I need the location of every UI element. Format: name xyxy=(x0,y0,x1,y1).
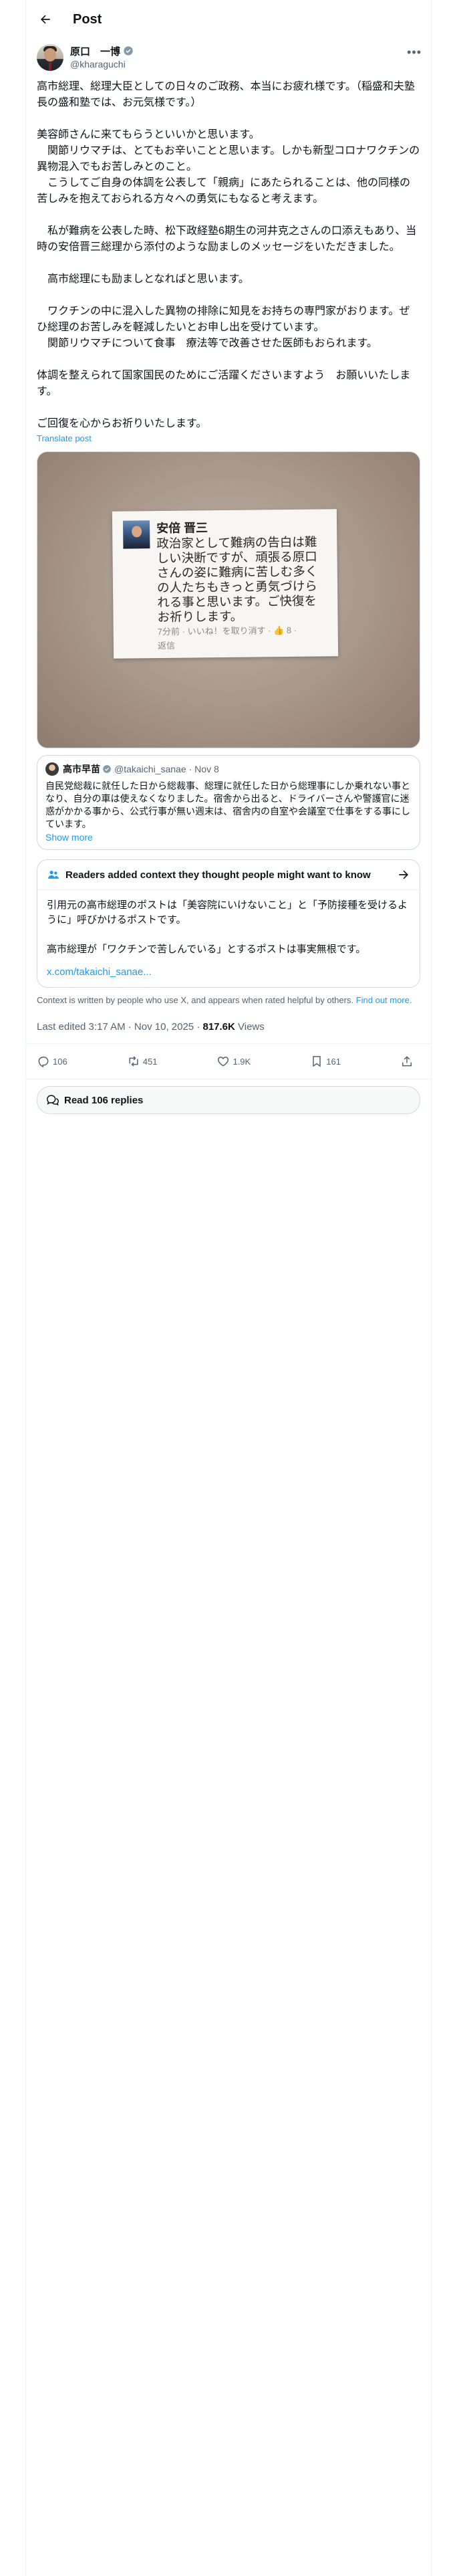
arrow-right-icon[interactable] xyxy=(397,868,410,881)
note-text: 政治家として難病の告白は難しい決断ですが、頑張る原口さんの姿に難病に苦しむ多くの… xyxy=(156,534,318,625)
more-options-icon[interactable]: ••• xyxy=(407,45,422,60)
bookmark-button[interactable]: 161 xyxy=(310,1055,341,1068)
heart-icon xyxy=(218,1057,229,1067)
community-note-text: 引用元の高市総理のポストは「美容院にいけないこと」と「予防接種を受けるように」呼… xyxy=(47,899,408,955)
views-count: 817.6K xyxy=(202,1021,235,1033)
post-photo[interactable]: 安倍 晋三 政治家として難病の告白は難しい決断ですが、頑張る原口さんの姿に難病に… xyxy=(37,451,420,748)
bookmark-icon xyxy=(313,1056,321,1067)
note-name: 安倍 晋三 xyxy=(156,521,208,536)
like-button[interactable]: 1.9K xyxy=(216,1055,251,1068)
post-author: 原口 一博 @kharaguchi ••• xyxy=(26,39,431,71)
repost-icon xyxy=(129,1056,138,1067)
avatar[interactable] xyxy=(37,44,63,71)
community-note-footer: Context is written by people who use X, … xyxy=(26,988,431,1006)
quote-author-handle: @takaichi_sanae xyxy=(114,764,186,774)
page-title: Post xyxy=(73,11,102,27)
views-label: Views xyxy=(235,1021,265,1033)
like-count: 1.9K xyxy=(233,1056,251,1067)
bookmark-count: 161 xyxy=(326,1056,341,1067)
quote-author-name: 高市早苗 xyxy=(63,764,100,774)
read-replies-label: Read 106 replies xyxy=(64,1094,144,1106)
community-note-link[interactable]: x.com/takaichi_sanae... xyxy=(37,966,420,987)
printed-note: 安倍 晋三 政治家として難病の告白は難しい決断ですが、頑張る原口さんの姿に難病に… xyxy=(112,509,339,659)
community-note-title: Readers added context they thought peopl… xyxy=(65,869,371,881)
repost-button[interactable]: 451 xyxy=(127,1055,158,1068)
show-more-link[interactable]: Show more xyxy=(45,832,412,843)
reply-button[interactable]: 106 xyxy=(37,1055,67,1068)
community-note: Readers added context they thought peopl… xyxy=(37,859,420,988)
reply-icon xyxy=(38,1057,49,1068)
translate-link[interactable]: Translate post xyxy=(26,432,431,443)
author-handle[interactable]: @kharaguchi xyxy=(70,59,134,70)
note-meta: 7分前 · いいね！を取り消す · 👍 8 · 返信 xyxy=(158,623,331,653)
top-bar: Post xyxy=(26,0,431,39)
share-icon xyxy=(402,1056,412,1067)
quote-date: · Nov 8 xyxy=(188,764,219,774)
read-replies-button[interactable]: Read 106 replies xyxy=(37,1086,420,1114)
chat-bubbles-icon xyxy=(47,1095,59,1106)
community-note-header[interactable]: Readers added context they thought peopl… xyxy=(37,860,420,890)
people-icon xyxy=(48,871,59,879)
post-metadata: Last edited 3:17 AM · Nov 10, 2025 · 817… xyxy=(26,1006,431,1044)
note-meta-line: 7分前 · いいね！を取り消す · 👍 8 · xyxy=(157,625,297,637)
verified-icon xyxy=(103,765,111,773)
post-text: 高市総理、総理大臣としての日々のご政務、本当にお疲れ様です。（稲盛和夫塾長の盛和… xyxy=(37,81,420,429)
edited-timestamp[interactable]: Last edited 3:17 AM · Nov 10, 2025 · xyxy=(37,1021,202,1033)
post-page: Post 原口 一博 @kharaguchi ••• 高市総理、総理大臣としての… xyxy=(25,0,432,2576)
verified-icon xyxy=(124,46,133,56)
quote-avatar xyxy=(45,762,59,776)
share-button[interactable] xyxy=(400,1055,416,1068)
repost-count: 451 xyxy=(142,1056,158,1067)
reply-count: 106 xyxy=(53,1056,67,1067)
quoted-post[interactable]: 高市早苗 @takaichi_sanae · Nov 8 自民党総裁に就任した日… xyxy=(37,755,420,850)
action-bar: 106 451 1.9K 161 xyxy=(26,1044,431,1079)
note-meta-reply: 返信 xyxy=(157,640,176,651)
quote-text: 自民党総裁に就任した日から総裁事、総理に就任した日から総理事にしか乗れない事とな… xyxy=(45,780,410,829)
back-arrow-icon[interactable] xyxy=(38,12,53,27)
community-note-disclaimer: Context is written by people who use X, … xyxy=(37,995,354,1005)
find-out-more-link[interactable]: Find out more. xyxy=(356,995,412,1005)
author-name[interactable]: 原口 一博 xyxy=(70,44,120,58)
note-avatar xyxy=(123,520,150,549)
